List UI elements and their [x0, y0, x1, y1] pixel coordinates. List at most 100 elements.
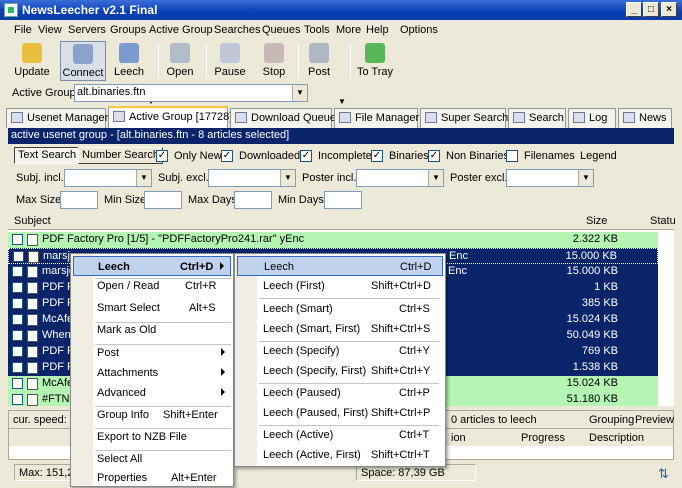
min-size-input[interactable] [144, 191, 182, 209]
filter-row-3: Max Size Min Size Max Days Min Days [8, 190, 674, 212]
menu-item-smart-select[interactable]: Smart Select Alt+S [73, 298, 231, 318]
open-button[interactable]: Open [162, 41, 198, 81]
active-group-select[interactable]: alt.binaries.ftn ▼ [74, 84, 308, 102]
non-binaries-checkbox[interactable]: ✓ [428, 150, 440, 162]
menu-item-export-nzb[interactable]: Export to NZB File [73, 427, 231, 447]
max-size-input[interactable] [60, 191, 98, 209]
only-new-checkbox[interactable]: ✓ [156, 150, 168, 162]
chevron-down-icon[interactable]: ▼ [136, 170, 151, 186]
menu-searches[interactable]: Searches [214, 24, 260, 36]
menu-more[interactable]: More [336, 24, 361, 36]
row-checkbox[interactable] [12, 314, 23, 325]
menu-item-post[interactable]: Post [73, 343, 231, 363]
row-checkbox[interactable] [12, 362, 23, 373]
row-checkbox[interactable] [12, 330, 23, 341]
super-search-icon [425, 112, 437, 123]
log-icon [573, 112, 585, 123]
row-checkbox[interactable] [12, 282, 23, 293]
menu-item-select-all[interactable]: Select All [73, 449, 231, 469]
text-search-button[interactable]: Text Search [14, 147, 81, 164]
close-button[interactable]: × [661, 2, 677, 17]
tab-super-search[interactable]: Super Search [420, 108, 508, 128]
min-days-input[interactable] [324, 191, 362, 209]
tab-active-group[interactable]: Active Group [17728] [108, 106, 232, 128]
row-checkbox[interactable] [12, 378, 23, 389]
tab-search[interactable]: Search [508, 108, 566, 128]
grouping-button[interactable]: Grouping [589, 414, 634, 426]
article-list-header: Subject Size Statu [8, 213, 676, 230]
binaries-checkbox[interactable]: ✓ [371, 150, 383, 162]
submenu-arrow-icon [221, 368, 225, 376]
pause-button[interactable]: Pause [212, 41, 248, 81]
row-checkbox[interactable] [13, 251, 24, 262]
submenu-leech-active-first[interactable]: Leech (Active, First) Shift+Ctrl+T [237, 445, 443, 465]
poster-excl-select[interactable]: ▼ [506, 169, 594, 187]
tab-download-queue[interactable]: Download Queue [230, 108, 336, 128]
post-button[interactable]: Post [302, 41, 336, 81]
column-status[interactable]: Statu [650, 215, 676, 227]
preview-button[interactable]: Preview [635, 414, 674, 426]
leech-button[interactable]: Leech [110, 41, 148, 81]
row-checkbox[interactable] [12, 298, 23, 309]
tab-file-manager[interactable]: File Manager [334, 108, 419, 128]
poster-incl-select[interactable]: ▼ [356, 169, 444, 187]
column-size[interactable]: Size [586, 215, 607, 227]
menu-tools[interactable]: Tools [304, 24, 330, 36]
submenu-leech-specify-first[interactable]: Leech (Specify, First) Shift+Ctrl+Y [237, 361, 443, 381]
tab-log[interactable]: Log [568, 108, 616, 128]
table-row[interactable]: PDF Factory Pro [1/5] - "PDFFactoryPro24… [8, 232, 658, 248]
menu-item-mark-as-old[interactable]: Mark as Old [73, 320, 231, 340]
subj-incl-select[interactable]: ▼ [64, 169, 152, 187]
stop-button[interactable]: Stop [256, 41, 292, 81]
menu-item-properties[interactable]: Properties Alt+Enter [73, 468, 231, 488]
to-tray-button[interactable]: To Tray [356, 41, 394, 81]
submenu-leech-smart[interactable]: Leech (Smart) Ctrl+S [237, 299, 443, 319]
menu-item-advanced[interactable]: Advanced [73, 383, 231, 403]
submenu-leech-specify[interactable]: Leech (Specify) Ctrl+Y [237, 341, 443, 361]
menu-servers[interactable]: Servers [68, 24, 106, 36]
chevron-down-icon[interactable]: ▼ [292, 85, 307, 101]
max-days-input[interactable] [234, 191, 272, 209]
subj-excl-select[interactable]: ▼ [208, 169, 296, 187]
menu-file[interactable]: File [14, 24, 32, 36]
row-checkbox[interactable] [12, 266, 23, 277]
row-checkbox[interactable] [12, 394, 23, 405]
connect-button[interactable]: Connect [60, 41, 106, 81]
row-checkbox[interactable] [12, 346, 23, 357]
chevron-down-icon[interactable]: ▼ [280, 170, 295, 186]
submenu-leech-paused[interactable]: Leech (Paused) Ctrl+P [237, 383, 443, 403]
submenu-leech[interactable]: Leech Ctrl+D [237, 256, 443, 276]
submenu-leech-first[interactable]: Leech (First) Shift+Ctrl+D [237, 276, 443, 296]
column-progress[interactable]: Progress [521, 432, 565, 444]
tab-usenet-manager[interactable]: Usenet Manager [6, 108, 108, 128]
menu-options[interactable]: Options [400, 24, 438, 36]
menu-help[interactable]: Help [366, 24, 389, 36]
chevron-down-icon[interactable]: ▼ [428, 170, 443, 186]
tab-news[interactable]: News [618, 108, 672, 128]
number-search-button[interactable]: Number Search [78, 147, 164, 164]
submenu-leech-smart-first[interactable]: Leech (Smart, First) Shift+Ctrl+S [237, 319, 443, 339]
row-checkbox[interactable] [12, 234, 23, 245]
update-button[interactable]: Update [10, 41, 54, 81]
file-icon [27, 394, 38, 406]
menu-queues[interactable]: Queues [262, 24, 301, 36]
maximize-button[interactable]: □ [643, 2, 659, 17]
legend-link[interactable]: Legend [580, 150, 617, 162]
arrows-icon[interactable]: ⇅ [658, 466, 669, 482]
minimize-button[interactable]: _ [626, 2, 642, 17]
chevron-down-icon[interactable]: ▼ [578, 170, 593, 186]
menu-item-group-info[interactable]: Group Info Shift+Enter [73, 405, 231, 425]
column-subject[interactable]: Subject [14, 215, 51, 227]
filenames-checkbox[interactable] [506, 150, 518, 162]
submenu-leech-paused-first[interactable]: Leech (Paused, First) Shift+Ctrl+P [237, 403, 443, 423]
menu-view[interactable]: View [38, 24, 62, 36]
submenu-leech-active[interactable]: Leech (Active) Ctrl+T [237, 425, 443, 445]
incomplete-checkbox[interactable]: ✓ [300, 150, 312, 162]
menu-item-open-read[interactable]: Open / Read Ctrl+R [73, 276, 231, 296]
column-description[interactable]: Description [589, 432, 644, 444]
downloaded-checkbox[interactable]: ✓ [221, 150, 233, 162]
menu-item-attachments[interactable]: Attachments [73, 363, 231, 383]
menu-item-leech[interactable]: Leech Ctrl+D [73, 256, 231, 276]
menu-groups[interactable]: Groups [110, 24, 146, 36]
menu-active-group[interactable]: Active Group [149, 24, 213, 36]
